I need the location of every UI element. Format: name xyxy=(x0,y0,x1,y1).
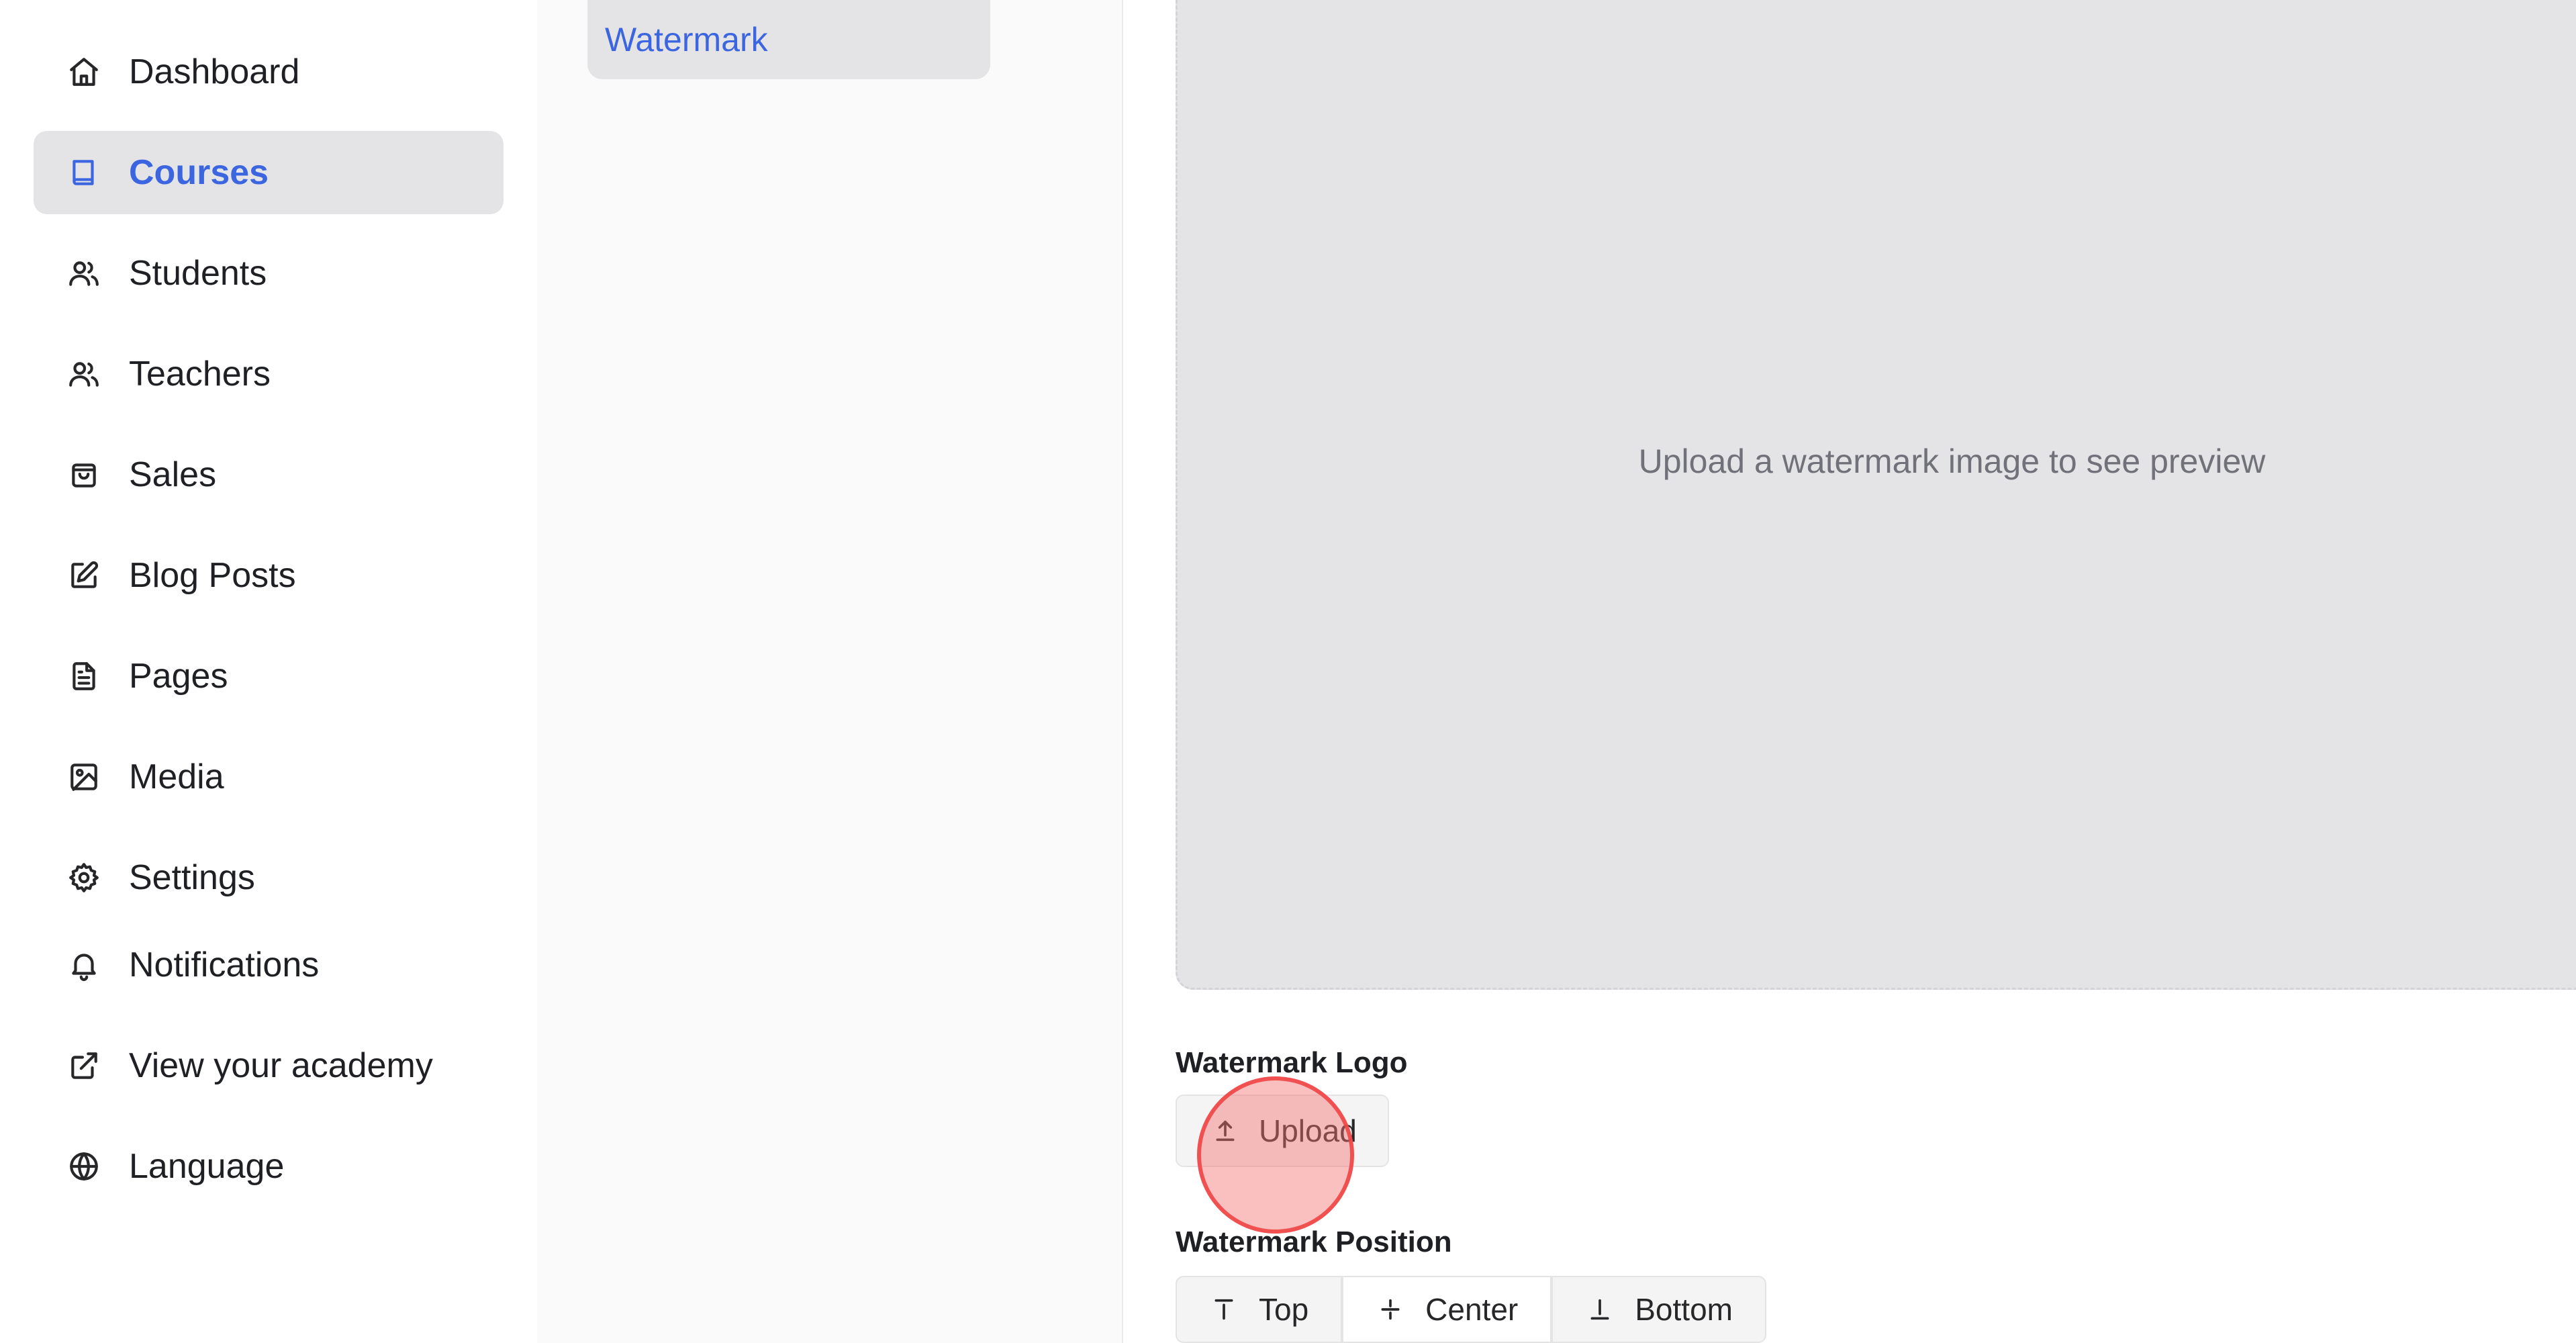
upload-button[interactable]: Upload xyxy=(1176,1095,1389,1167)
sidebar-item-label: Teachers xyxy=(129,355,271,393)
sidebar-item-courses[interactable]: Courses xyxy=(34,131,504,214)
sidebar-item-media[interactable]: Media xyxy=(34,735,504,819)
edit-icon xyxy=(66,557,102,594)
book-icon xyxy=(66,154,102,191)
sidebar-item-pages[interactable]: Pages xyxy=(34,635,504,718)
image-icon xyxy=(66,759,102,795)
sidebar-item-label: Sales xyxy=(129,455,217,494)
sidebar-item-blog-posts[interactable]: Blog Posts xyxy=(34,534,504,617)
watermark-settings-panel: Upload a watermark image to see preview … xyxy=(1123,0,2576,1343)
sidebar-item-label: Courses xyxy=(129,153,269,192)
sidebar-item-label: Dashboard xyxy=(129,52,300,91)
sidebar-item-language[interactable]: Language xyxy=(34,1125,504,1208)
position-top-button[interactable]: Top xyxy=(1176,1276,1343,1343)
external-link-icon xyxy=(66,1048,102,1084)
align-bottom-icon xyxy=(1585,1295,1615,1324)
users-icon xyxy=(66,255,102,291)
sidebar-item-teachers[interactable]: Teachers xyxy=(34,332,504,416)
gear-icon xyxy=(66,860,102,896)
watermark-position-selector: Top Center Bottom xyxy=(1176,1276,1766,1343)
sidebar-item-label: Settings xyxy=(129,858,255,897)
users-icon xyxy=(66,356,102,392)
home-icon xyxy=(66,54,102,90)
position-bottom-label: Bottom xyxy=(1635,1292,1733,1327)
subnav-item-watermark[interactable]: Watermark xyxy=(587,0,990,79)
sidebar-item-students[interactable]: Students xyxy=(34,232,504,315)
sidebar-item-view-academy[interactable]: View your academy xyxy=(34,1024,504,1107)
sidebar-item-label: Notifications xyxy=(129,945,320,984)
course-settings-subnav: Watermark xyxy=(537,0,1123,1343)
align-center-icon xyxy=(1376,1295,1405,1324)
preview-placeholder-text: Upload a watermark image to see preview xyxy=(1638,443,2266,480)
sidebar-item-label: Media xyxy=(129,757,224,796)
sidebar-item-label: Blog Posts xyxy=(129,556,296,595)
position-top-label: Top xyxy=(1259,1292,1309,1327)
position-bottom-button[interactable]: Bottom xyxy=(1552,1276,1766,1343)
watermark-preview-area: Upload a watermark image to see preview xyxy=(1176,0,2576,990)
sidebar-item-label: Language xyxy=(129,1147,285,1186)
file-text-icon xyxy=(66,658,102,694)
sidebar-item-label: Pages xyxy=(129,657,228,696)
watermark-logo-label: Watermark Logo xyxy=(1176,1046,1408,1079)
bell-icon xyxy=(66,947,102,983)
align-top-icon xyxy=(1209,1295,1239,1324)
shopping-bag-icon xyxy=(66,457,102,493)
sidebar-nav: Dashboard Courses Students Teachers Sale xyxy=(0,0,537,1343)
sidebar-item-label: View your academy xyxy=(129,1046,433,1085)
sidebar-item-dashboard[interactable]: Dashboard xyxy=(34,30,504,113)
position-center-label: Center xyxy=(1425,1292,1519,1327)
upload-button-label: Upload xyxy=(1259,1113,1357,1148)
sidebar-item-settings[interactable]: Settings xyxy=(34,836,504,919)
sidebar-item-notifications[interactable]: Notifications xyxy=(34,923,504,1007)
globe-icon xyxy=(66,1148,102,1185)
upload-icon xyxy=(1210,1116,1240,1146)
app-window: Dashboard Courses Students Teachers Sale xyxy=(0,0,2576,1343)
watermark-position-label: Watermark Position xyxy=(1176,1225,1452,1258)
sidebar-item-sales[interactable]: Sales xyxy=(34,433,504,516)
sidebar-item-label: Students xyxy=(129,254,267,293)
position-center-button[interactable]: Center xyxy=(1342,1276,1552,1343)
